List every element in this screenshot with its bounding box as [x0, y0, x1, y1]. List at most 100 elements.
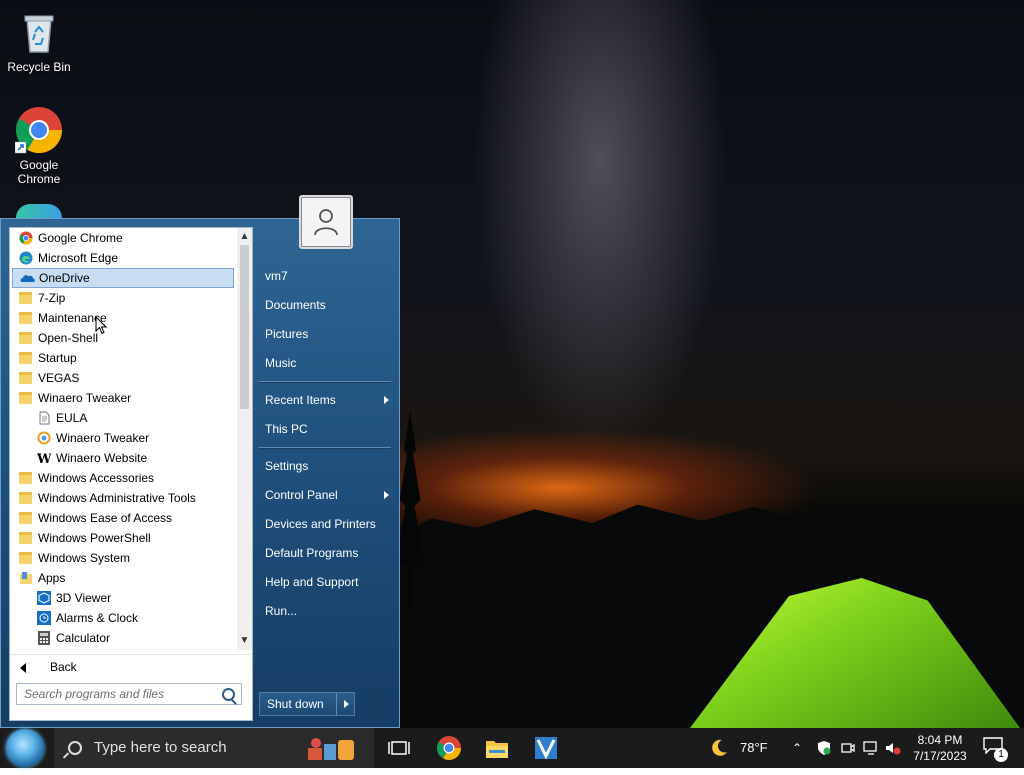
program-item[interactable]: Windows PowerShell — [10, 528, 236, 548]
scrollbar-thumb[interactable] — [240, 245, 249, 409]
start-menu-link-label: Help and Support — [265, 575, 359, 589]
program-item-label: Startup — [38, 351, 77, 365]
security-shield-icon[interactable] — [816, 740, 832, 756]
program-item[interactable]: Startup — [10, 348, 236, 368]
program-item[interactable]: Windows Ease of Access — [10, 508, 236, 528]
network-icon[interactable] — [862, 740, 880, 756]
calculator-icon — [37, 631, 51, 645]
desktop-icon-google-chrome[interactable]: Google Chrome — [3, 106, 75, 186]
notifications-button[interactable]: 1 — [982, 736, 1008, 762]
programs-pane: Google Chrome Microsoft Edge OneDrive 7-Zip… — [9, 227, 253, 721]
program-item-label: Microsoft Edge — [38, 251, 119, 265]
program-item[interactable]: Windows Accessories — [10, 468, 236, 488]
start-menu-link[interactable]: vm7 — [257, 263, 393, 289]
start-menu-link-label: Control Panel — [265, 488, 338, 502]
taskbar-search-box[interactable]: Type here to search — [54, 728, 374, 768]
program-item[interactable]: Microsoft Edge — [10, 248, 236, 268]
program-item[interactable]: Google Chrome — [10, 228, 236, 248]
start-menu-link[interactable]: Help and Support — [257, 569, 393, 595]
program-item-label: 3D Viewer — [56, 591, 112, 605]
program-item[interactable]: EULA — [10, 408, 236, 428]
weather-temperature[interactable]: 78°F — [740, 728, 768, 768]
start-menu: Google Chrome Microsoft Edge OneDrive 7-Zip… — [0, 195, 400, 728]
clock-date: 7/17/2023 — [913, 749, 967, 763]
program-item-label: Windows Administrative Tools — [38, 491, 196, 505]
start-menu-link[interactable]: Recent Items — [257, 387, 393, 413]
desktop-icon-label: Recycle Bin — [7, 60, 71, 74]
user-avatar[interactable] — [299, 195, 353, 249]
start-menu-link[interactable]: Run... — [257, 598, 393, 624]
folder-icon — [19, 352, 32, 364]
program-item-label: OneDrive — [39, 271, 90, 285]
program-item[interactable]: Winaero Tweaker — [10, 428, 236, 448]
w-icon: W — [36, 451, 52, 467]
program-item-label: Open-Shell — [38, 331, 99, 345]
program-item[interactable]: W Winaero Website — [10, 448, 236, 468]
back-button[interactable]: Back — [10, 654, 252, 679]
program-item[interactable]: Windows System — [10, 548, 236, 568]
start-menu-link[interactable]: Default Programs — [257, 540, 393, 566]
partial-desktop-icon[interactable] — [16, 204, 62, 218]
recycle-bin-icon — [15, 8, 63, 56]
vegas-app-icon[interactable] — [530, 732, 562, 764]
weather-icon[interactable] — [708, 728, 730, 768]
back-arrow-icon — [20, 663, 26, 673]
clock[interactable]: 8:04 PM 7/17/2023 — [898, 732, 982, 764]
start-menu-link-label: Recent Items — [265, 393, 336, 407]
taskbar: Type here to search 78°F ⌃ 8:04 PM 7/17/… — [0, 728, 1024, 768]
program-item[interactable]: OneDrive — [12, 268, 234, 288]
start-menu-link-label: vm7 — [265, 269, 288, 283]
mouse-cursor-icon — [95, 316, 107, 335]
desktop-icon-recycle-bin[interactable]: Recycle Bin — [3, 8, 75, 74]
shut-down-divider — [336, 693, 337, 715]
shut-down-label: Shut down — [267, 697, 324, 711]
submenu-arrow-icon — [384, 396, 389, 404]
start-menu-link[interactable]: Pictures — [257, 321, 393, 347]
program-item-label: Windows Ease of Access — [38, 511, 173, 525]
program-item[interactable]: Open-Shell — [10, 328, 236, 348]
search-placeholder: Search programs and files — [24, 687, 165, 701]
meet-now-icon[interactable] — [840, 740, 856, 756]
program-item-label: Google Chrome — [38, 231, 123, 245]
program-item[interactable]: Alarms & Clock — [10, 608, 236, 628]
program-item-label: Apps — [38, 571, 66, 585]
winaero-icon — [37, 431, 51, 445]
programs-scrollbar[interactable]: ▲ ▼ — [237, 228, 252, 650]
program-item[interactable]: 3D Viewer — [10, 588, 236, 608]
show-hidden-icons-icon[interactable]: ⌃ — [792, 728, 802, 768]
programs-list: Google Chrome Microsoft Edge OneDrive 7-Zip… — [10, 228, 236, 650]
back-label: Back — [50, 660, 77, 674]
taskbar-search-icon — [68, 741, 82, 755]
start-menu-link[interactable]: This PC — [257, 416, 393, 442]
program-item-label: Winaero Website — [56, 451, 148, 465]
program-item[interactable]: 7-Zip — [10, 288, 236, 308]
start-menu-link[interactable]: Control Panel — [257, 482, 393, 508]
folder-icon — [19, 312, 32, 324]
program-item-label: VEGAS — [38, 371, 80, 385]
program-item[interactable]: Calculator — [10, 628, 236, 648]
start-menu-link[interactable]: Devices and Printers — [257, 511, 393, 537]
shut-down-button[interactable]: Shut down — [259, 692, 355, 716]
edge-icon — [19, 251, 33, 265]
shut-down-options-icon[interactable] — [344, 700, 349, 708]
program-item[interactable]: Apps — [10, 568, 236, 588]
start-menu-link[interactable]: Settings — [257, 453, 393, 479]
program-item-label: Windows PowerShell — [38, 531, 151, 545]
task-view-icon[interactable] — [383, 732, 415, 764]
taskbar-chrome-icon[interactable] — [433, 732, 465, 764]
scroll-up-icon[interactable]: ▲ — [237, 229, 252, 244]
scroll-down-icon[interactable]: ▼ — [237, 633, 252, 648]
program-item[interactable]: VEGAS — [10, 368, 236, 388]
start-menu-link-label: Music — [265, 356, 297, 370]
program-item[interactable]: Winaero Tweaker — [10, 388, 236, 408]
program-item[interactable]: Maintenance — [10, 308, 236, 328]
start-menu-link[interactable]: Documents — [257, 292, 393, 318]
folder-icon — [19, 492, 32, 504]
start-button-icon[interactable] — [6, 729, 44, 767]
start-search-input[interactable]: Search programs and files — [16, 683, 242, 705]
program-item[interactable]: Windows Administrative Tools — [10, 488, 236, 508]
alarm-icon — [37, 611, 51, 625]
file-explorer-icon[interactable] — [481, 732, 513, 764]
start-menu-link[interactable]: Music — [257, 350, 393, 376]
search-icon[interactable] — [222, 688, 235, 701]
